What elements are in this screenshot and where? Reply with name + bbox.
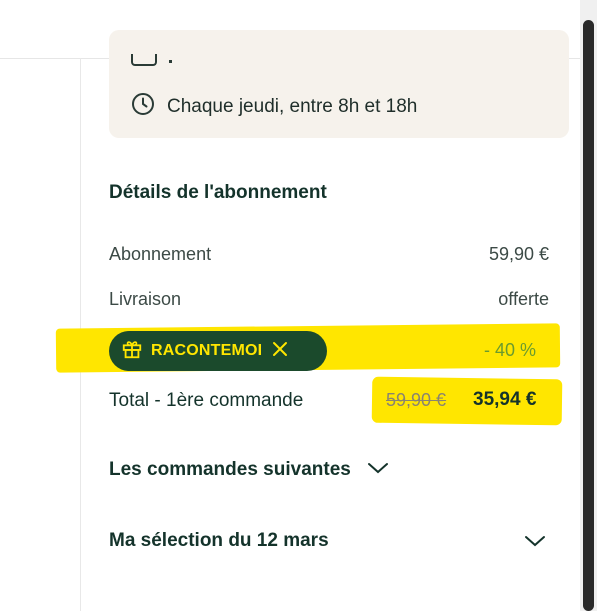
- clock-icon: [131, 92, 155, 122]
- chevron-down-icon[interactable]: [367, 459, 389, 481]
- subscription-price: 59,90 €: [488, 244, 549, 264]
- delivery-row: Livraison offerte: [109, 289, 549, 310]
- next-orders-accordion[interactable]: Les commandes suivantes: [109, 459, 389, 481]
- subscription-details-title: Détails de l'abonnement: [109, 182, 327, 203]
- subscription-label: Abonnement: [109, 244, 212, 264]
- new-price: 35,94 €: [473, 389, 537, 410]
- chevron-down-icon[interactable]: [524, 534, 546, 553]
- partial-text: [169, 60, 172, 63]
- selection-label: Ma sélection du 12 mars: [109, 530, 329, 551]
- delivery-value: offerte: [498, 289, 549, 309]
- delivery-schedule-text: Chaque jeudi, entre 8h et 18h: [167, 96, 418, 117]
- promo-code-text: RACONTEMOI: [151, 342, 263, 359]
- next-orders-label: Les commandes suivantes: [109, 459, 351, 480]
- calendar-icon: [131, 54, 157, 66]
- delivery-info-card: Chaque jeudi, entre 8h et 18h: [109, 30, 569, 138]
- old-price: 59,90 €: [386, 390, 447, 410]
- scrollbar-track[interactable]: [580, 0, 597, 611]
- total-label: Total - 1ère commande: [109, 390, 304, 411]
- promo-discount: - 40 %: [484, 340, 537, 360]
- gift-icon: [121, 338, 143, 365]
- promo-code-chip: RACONTEMOI: [109, 331, 327, 371]
- scrollbar-thumb[interactable]: [583, 20, 594, 611]
- delivery-schedule: Chaque jeudi, entre 8h et 18h: [131, 92, 417, 122]
- close-icon[interactable]: [270, 339, 290, 364]
- delivery-label: Livraison: [109, 289, 182, 309]
- subscription-row: Abonnement 59,90 €: [109, 244, 549, 265]
- selection-accordion[interactable]: Ma sélection du 12 mars: [109, 530, 329, 552]
